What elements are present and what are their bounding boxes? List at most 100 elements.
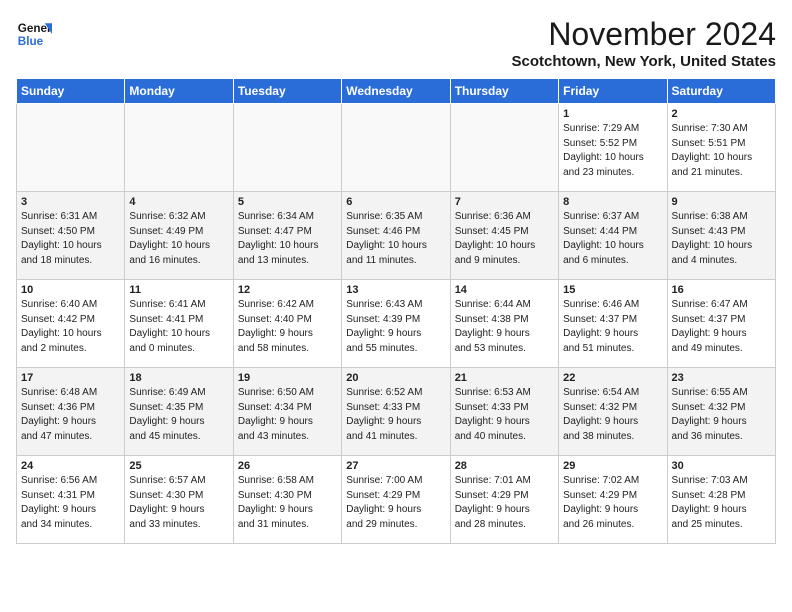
cell-daylight-info: Sunrise: 6:40 AM Sunset: 4:42 PM Dayligh… [21,298,120,356]
cell-daylight-info: Sunrise: 6:35 AM Sunset: 4:46 PM Dayligh… [346,210,445,268]
weekday-header-row: SundayMondayTuesdayWednesdayThursdayFrid… [17,79,776,104]
day-number: 22 [563,372,662,384]
svg-text:Blue: Blue [18,35,44,48]
day-number: 17 [21,372,120,384]
calendar-cell: 30Sunrise: 7:03 AM Sunset: 4:28 PM Dayli… [667,456,775,544]
calendar-cell [450,104,558,192]
cell-daylight-info: Sunrise: 6:46 AM Sunset: 4:37 PM Dayligh… [563,298,662,356]
calendar-cell: 4 Sunrise: 6:32 AM Sunset: 4:49 PM Daylig… [125,192,233,280]
day-number: 24 [21,460,120,472]
day-number: 7 [455,196,554,208]
calendar-cell [125,104,233,192]
weekday-header-cell: Monday [125,79,233,104]
cell-daylight-info: Sunrise: 6:42 AM Sunset: 4:40 PM Dayligh… [238,298,337,356]
calendar-cell [17,104,125,192]
calendar-week-row: 3 Sunrise: 6:31 AM Sunset: 4:50 PM Daylig… [17,192,776,280]
calendar-table: SundayMondayTuesdayWednesdayThursdayFrid… [16,78,776,544]
calendar-week-row: 1Sunrise: 7:29 AM Sunset: 5:52 PM Daylig… [17,104,776,192]
day-number: 30 [672,460,771,472]
cell-daylight-info: Sunrise: 7:29 AM Sunset: 5:52 PM Dayligh… [563,122,662,180]
logo-icon: General Blue [16,16,52,52]
calendar-cell: 2 Sunrise: 7:30 AM Sunset: 5:51 PM Daylig… [667,104,775,192]
calendar-cell: 8 Sunrise: 6:37 AM Sunset: 4:44 PM Daylig… [559,192,667,280]
day-number: 26 [238,460,337,472]
logo: General Blue [16,16,52,52]
page-header: General Blue November 2024 Scotchtown, N… [16,16,776,70]
calendar-cell: 11 Sunrise: 6:41 AM Sunset: 4:41 PM Dayli… [125,280,233,368]
calendar-body: 1Sunrise: 7:29 AM Sunset: 5:52 PM Daylig… [17,104,776,544]
calendar-cell: 27Sunrise: 7:00 AM Sunset: 4:29 PM Dayli… [342,456,450,544]
calendar-cell: 13 Sunrise: 6:43 AM Sunset: 4:39 PM Dayli… [342,280,450,368]
cell-daylight-info: Sunrise: 6:36 AM Sunset: 4:45 PM Dayligh… [455,210,554,268]
calendar-week-row: 17 Sunrise: 6:48 AM Sunset: 4:36 PM Dayli… [17,368,776,456]
calendar-cell: 17 Sunrise: 6:48 AM Sunset: 4:36 PM Dayli… [17,368,125,456]
cell-daylight-info: Sunrise: 6:48 AM Sunset: 4:36 PM Dayligh… [21,386,120,444]
day-number: 29 [563,460,662,472]
day-number: 8 [563,196,662,208]
cell-daylight-info: Sunrise: 6:49 AM Sunset: 4:35 PM Dayligh… [129,386,228,444]
day-number: 4 [129,196,228,208]
calendar-cell [342,104,450,192]
cell-daylight-info: Sunrise: 6:54 AM Sunset: 4:32 PM Dayligh… [563,386,662,444]
calendar-cell: 19Sunrise: 6:50 AM Sunset: 4:34 PM Dayli… [233,368,341,456]
cell-daylight-info: Sunrise: 6:43 AM Sunset: 4:39 PM Dayligh… [346,298,445,356]
calendar-cell: 20Sunrise: 6:52 AM Sunset: 4:33 PM Dayli… [342,368,450,456]
calendar-cell: 23 Sunrise: 6:55 AM Sunset: 4:32 PM Dayli… [667,368,775,456]
weekday-header-cell: Wednesday [342,79,450,104]
cell-daylight-info: Sunrise: 6:55 AM Sunset: 4:32 PM Dayligh… [672,386,771,444]
cell-daylight-info: Sunrise: 6:41 AM Sunset: 4:41 PM Dayligh… [129,298,228,356]
cell-daylight-info: Sunrise: 6:53 AM Sunset: 4:33 PM Dayligh… [455,386,554,444]
cell-daylight-info: Sunrise: 6:58 AM Sunset: 4:30 PM Dayligh… [238,474,337,532]
cell-daylight-info: Sunrise: 6:32 AM Sunset: 4:49 PM Dayligh… [129,210,228,268]
day-number: 14 [455,284,554,296]
weekday-header-cell: Friday [559,79,667,104]
calendar-cell: 1Sunrise: 7:29 AM Sunset: 5:52 PM Daylig… [559,104,667,192]
calendar-cell: 10 Sunrise: 6:40 AM Sunset: 4:42 PM Dayli… [17,280,125,368]
cell-daylight-info: Sunrise: 6:56 AM Sunset: 4:31 PM Dayligh… [21,474,120,532]
calendar-week-row: 10 Sunrise: 6:40 AM Sunset: 4:42 PM Dayli… [17,280,776,368]
cell-daylight-info: Sunrise: 6:52 AM Sunset: 4:33 PM Dayligh… [346,386,445,444]
calendar-cell: 29 Sunrise: 7:02 AM Sunset: 4:29 PM Dayli… [559,456,667,544]
title-block: November 2024 Scotchtown, New York, Unit… [512,16,777,70]
day-number: 5 [238,196,337,208]
weekday-header-cell: Thursday [450,79,558,104]
calendar-cell: 16 Sunrise: 6:47 AM Sunset: 4:37 PM Dayli… [667,280,775,368]
cell-daylight-info: Sunrise: 6:38 AM Sunset: 4:43 PM Dayligh… [672,210,771,268]
calendar-cell: 5Sunrise: 6:34 AM Sunset: 4:47 PM Daylig… [233,192,341,280]
cell-daylight-info: Sunrise: 7:30 AM Sunset: 5:51 PM Dayligh… [672,122,771,180]
weekday-header-cell: Sunday [17,79,125,104]
calendar-cell: 25Sunrise: 6:57 AM Sunset: 4:30 PM Dayli… [125,456,233,544]
day-number: 23 [672,372,771,384]
cell-daylight-info: Sunrise: 7:01 AM Sunset: 4:29 PM Dayligh… [455,474,554,532]
cell-daylight-info: Sunrise: 7:00 AM Sunset: 4:29 PM Dayligh… [346,474,445,532]
calendar-cell: 18Sunrise: 6:49 AM Sunset: 4:35 PM Dayli… [125,368,233,456]
cell-daylight-info: Sunrise: 6:31 AM Sunset: 4:50 PM Dayligh… [21,210,120,268]
cell-daylight-info: Sunrise: 6:47 AM Sunset: 4:37 PM Dayligh… [672,298,771,356]
day-number: 10 [21,284,120,296]
day-number: 9 [672,196,771,208]
calendar-cell: 7 Sunrise: 6:36 AM Sunset: 4:45 PM Daylig… [450,192,558,280]
calendar-cell: 26 Sunrise: 6:58 AM Sunset: 4:30 PM Dayli… [233,456,341,544]
cell-daylight-info: Sunrise: 6:50 AM Sunset: 4:34 PM Dayligh… [238,386,337,444]
calendar-cell: 9 Sunrise: 6:38 AM Sunset: 4:43 PM Daylig… [667,192,775,280]
calendar-cell [233,104,341,192]
day-number: 16 [672,284,771,296]
day-number: 12 [238,284,337,296]
calendar-cell: 12 Sunrise: 6:42 AM Sunset: 4:40 PM Dayli… [233,280,341,368]
day-number: 11 [129,284,228,296]
month-title: November 2024 [512,16,777,53]
calendar-cell: 15 Sunrise: 6:46 AM Sunset: 4:37 PM Dayli… [559,280,667,368]
day-number: 13 [346,284,445,296]
day-number: 15 [563,284,662,296]
calendar-cell: 22 Sunrise: 6:54 AM Sunset: 4:32 PM Dayli… [559,368,667,456]
calendar-cell: 14Sunrise: 6:44 AM Sunset: 4:38 PM Dayli… [450,280,558,368]
calendar-week-row: 24 Sunrise: 6:56 AM Sunset: 4:31 PM Dayli… [17,456,776,544]
cell-daylight-info: Sunrise: 7:02 AM Sunset: 4:29 PM Dayligh… [563,474,662,532]
calendar-cell: 3 Sunrise: 6:31 AM Sunset: 4:50 PM Daylig… [17,192,125,280]
day-number: 6 [346,196,445,208]
day-number: 2 [672,108,771,120]
weekday-header-cell: Tuesday [233,79,341,104]
day-number: 3 [21,196,120,208]
cell-daylight-info: Sunrise: 6:37 AM Sunset: 4:44 PM Dayligh… [563,210,662,268]
day-number: 21 [455,372,554,384]
